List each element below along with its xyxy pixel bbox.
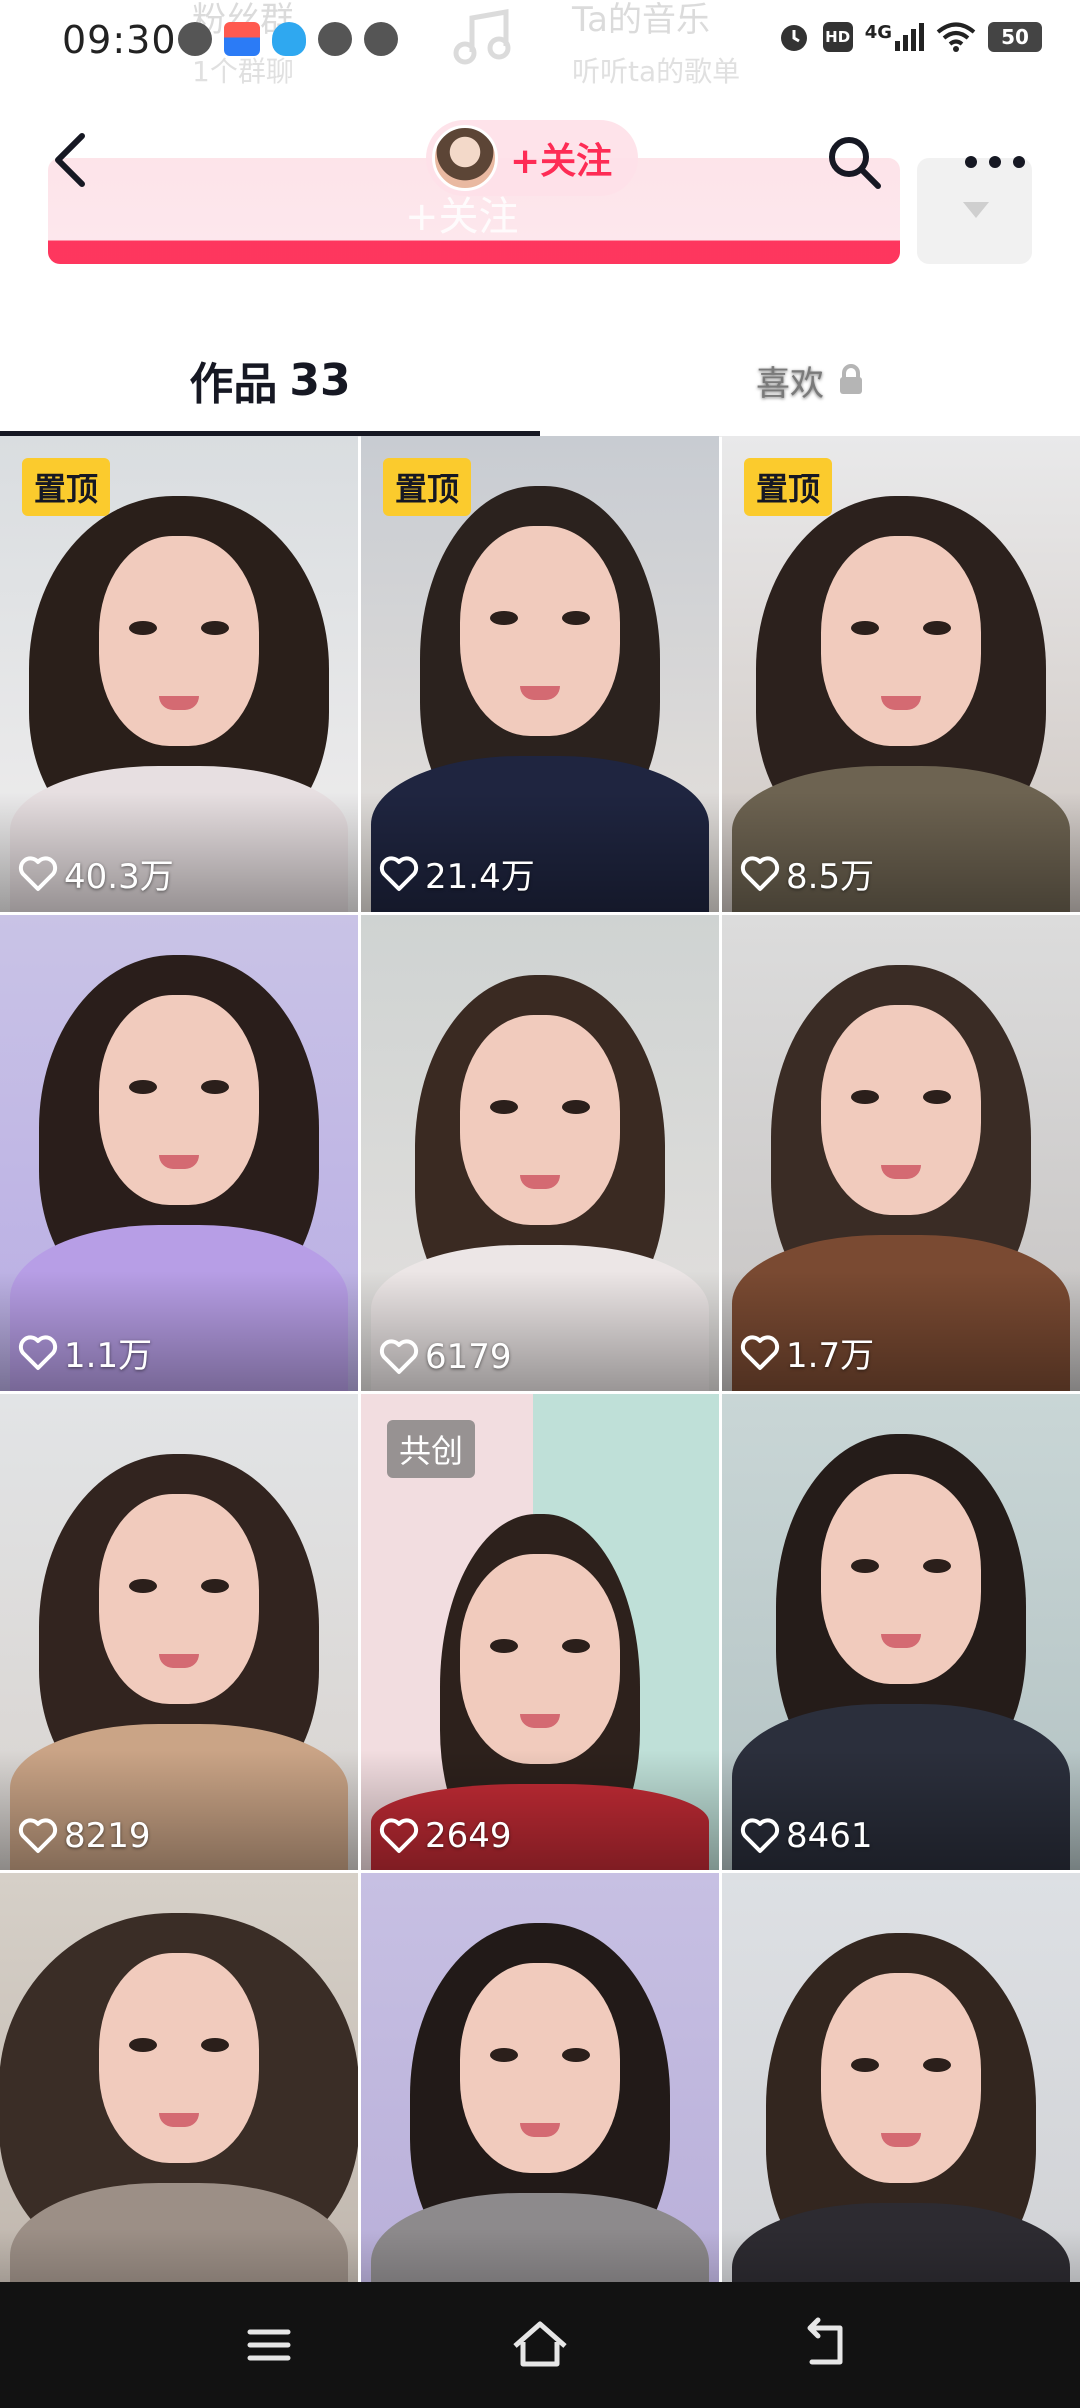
like-count: 1.7万 bbox=[740, 1328, 874, 1377]
video-thumbnail[interactable]: 置顶 8.5万 bbox=[722, 436, 1080, 912]
profile-nav-header: +关注 bbox=[0, 110, 1080, 210]
like-count-label: 2649 bbox=[425, 1816, 512, 1856]
more-options-icon[interactable] bbox=[960, 130, 1030, 194]
status-bar: 09:30 HD 4G 50 bbox=[0, 0, 1080, 84]
like-count-label: 1.7万 bbox=[786, 1336, 875, 1376]
back-arrow-icon bbox=[55, 133, 85, 187]
back-button[interactable] bbox=[38, 128, 102, 192]
like-count: 8.5万 bbox=[740, 849, 874, 898]
video-grid: 置顶 40.3万 置顶 21.4万 置顶 8.5万 1.1万 6179 1.7万 8219 共创 26… bbox=[0, 436, 1080, 2349]
lock-icon bbox=[840, 364, 862, 394]
like-count-label: 6179 bbox=[425, 1337, 512, 1377]
signal-icon: 4G bbox=[864, 22, 924, 51]
video-thumbnail[interactable]: 置顶 21.4万 bbox=[361, 436, 719, 912]
system-navigation-bar bbox=[0, 2282, 1080, 2408]
like-count: 40.3万 bbox=[18, 849, 174, 898]
like-count-label: 8461 bbox=[786, 1816, 873, 1856]
like-count-label: 8219 bbox=[64, 1816, 151, 1856]
heart-icon bbox=[379, 1339, 419, 1374]
heart-icon bbox=[379, 855, 419, 891]
pinned-badge: 置顶 bbox=[22, 458, 111, 516]
tab-works[interactable]: 作品 33 bbox=[0, 328, 540, 432]
like-count: 1.1万 bbox=[18, 1328, 152, 1377]
tab-likes-label: 喜欢 bbox=[756, 363, 824, 404]
tab-works-count: 33 bbox=[289, 354, 351, 406]
pinned-badge: 置顶 bbox=[744, 458, 833, 516]
hd-badge: HD bbox=[822, 22, 853, 52]
like-count: 2649 bbox=[379, 1816, 512, 1856]
pinned-badge: 置顶 bbox=[383, 458, 472, 516]
heart-icon bbox=[740, 855, 780, 891]
collab-badge: 共创 bbox=[387, 1420, 476, 1478]
home-icon[interactable] bbox=[507, 2312, 573, 2378]
like-count-label: 8.5万 bbox=[786, 857, 875, 897]
battery-indicator: 50 bbox=[988, 22, 1042, 52]
tab-works-label: 作品 bbox=[189, 359, 278, 410]
video-thumbnail[interactable]: 共创 2649 bbox=[361, 1394, 719, 1870]
heart-icon bbox=[740, 1334, 780, 1370]
heart-icon bbox=[18, 1818, 58, 1853]
tab-likes[interactable]: 喜欢 bbox=[540, 328, 1080, 432]
like-count-label: 40.3万 bbox=[64, 857, 174, 897]
like-count: 6179 bbox=[379, 1337, 512, 1377]
video-thumbnail[interactable] bbox=[0, 1873, 358, 2349]
video-thumbnail[interactable]: 置顶 40.3万 bbox=[0, 436, 358, 912]
avatar bbox=[432, 125, 498, 191]
like-count-label: 1.1万 bbox=[64, 1336, 153, 1376]
alarm-icon bbox=[780, 25, 807, 51]
notification-icons bbox=[178, 22, 398, 56]
like-count: 21.4万 bbox=[379, 849, 535, 898]
profile-screen: 粉丝群 1个群聊 Ta的音乐 听听ta的歌单 +关注 09:30 HD 4G 5… bbox=[0, 0, 1080, 2408]
video-thumbnail[interactable]: 1.7万 bbox=[722, 915, 1080, 1391]
chat-bubble-icon bbox=[364, 22, 398, 56]
profile-tabs: 作品 33 喜欢 bbox=[0, 328, 1080, 437]
qq-icon bbox=[272, 22, 306, 56]
back-nav-icon[interactable] bbox=[792, 2312, 858, 2378]
like-count-label: 21.4万 bbox=[425, 857, 535, 897]
headset-icon bbox=[178, 22, 212, 56]
status-time: 09:30 bbox=[62, 18, 177, 62]
menu-icon[interactable] bbox=[236, 2312, 302, 2378]
video-thumbnail[interactable] bbox=[361, 1873, 719, 2349]
video-thumbnail[interactable]: 8219 bbox=[0, 1394, 358, 1870]
map-app-icon bbox=[224, 22, 260, 56]
network-type-label: 4G bbox=[864, 22, 892, 43]
video-thumbnail[interactable]: 1.1万 bbox=[0, 915, 358, 1391]
heart-icon bbox=[740, 1818, 780, 1853]
like-count: 8461 bbox=[740, 1816, 873, 1856]
heart-icon bbox=[379, 1818, 419, 1853]
video-thumbnail[interactable] bbox=[722, 1873, 1080, 2349]
wifi-icon bbox=[936, 22, 976, 52]
search-icon[interactable] bbox=[822, 130, 886, 194]
mini-follow-label: +关注 bbox=[510, 141, 613, 182]
camera-icon bbox=[318, 22, 352, 56]
heart-icon bbox=[18, 1334, 58, 1370]
like-count: 8219 bbox=[18, 1816, 151, 1856]
system-status-icons: HD 4G 50 bbox=[777, 20, 1042, 54]
heart-icon bbox=[18, 855, 58, 891]
video-thumbnail[interactable]: 8461 bbox=[722, 1394, 1080, 1870]
video-thumbnail[interactable]: 6179 bbox=[361, 915, 719, 1391]
mini-follow-button[interactable]: +关注 bbox=[426, 120, 639, 196]
